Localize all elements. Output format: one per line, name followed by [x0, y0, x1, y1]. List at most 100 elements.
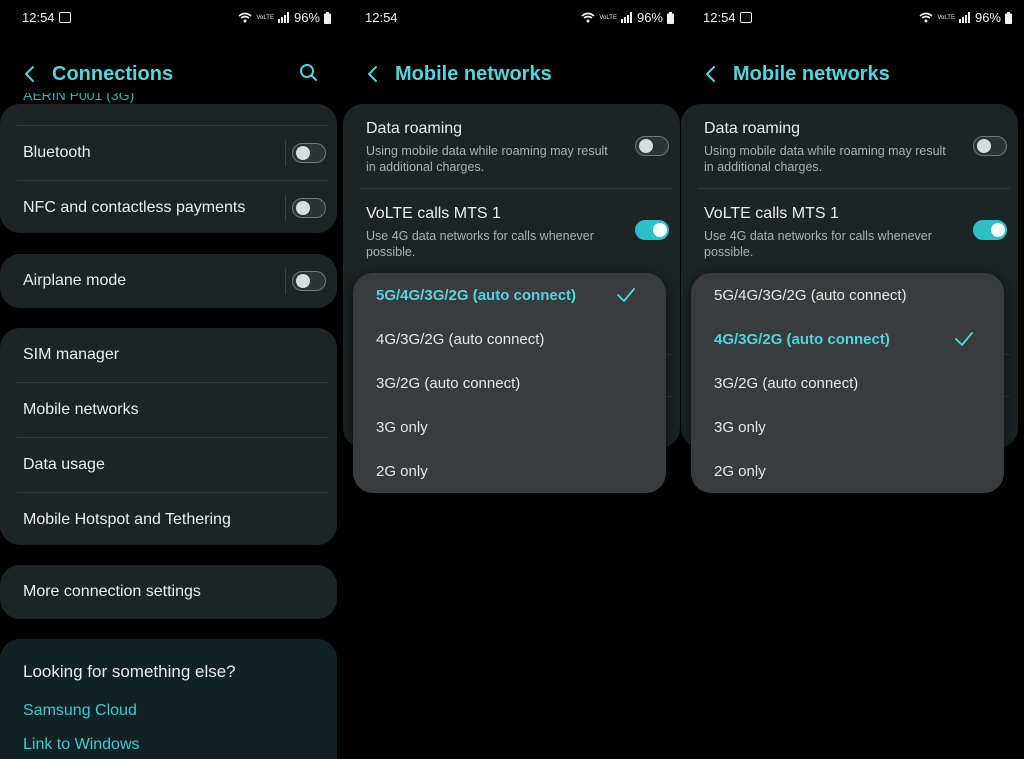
gallery-notification-icon	[59, 12, 71, 23]
volte-row[interactable]: VoLTE calls MTS 1 Use 4G data networks f…	[366, 205, 620, 260]
suggestions-heading: Looking for something else?	[23, 662, 236, 681]
divider-vertical	[285, 140, 286, 166]
sim-manager-label: SIM manager	[23, 346, 120, 363]
option-4g-3g-2g[interactable]: 4G/3G/2G (auto connect)	[714, 317, 994, 361]
signal-icon	[277, 12, 290, 23]
data-roaming-subtitle: Using mobile data while roaming may resu…	[366, 144, 608, 174]
option-3g-2g[interactable]: 3G/2G (auto connect)	[714, 361, 994, 405]
status-bar: 12:54 VoLTE 96%	[365, 10, 680, 26]
divider	[360, 188, 672, 189]
check-icon	[617, 288, 635, 302]
data-roaming-toggle[interactable]	[973, 136, 1007, 156]
option-label: 4G/3G/2G (auto connect)	[376, 330, 545, 348]
wifi-icon	[581, 12, 595, 23]
mobile-networks-row[interactable]: Mobile networks	[0, 383, 337, 437]
option-label: 3G/2G (auto connect)	[714, 374, 859, 392]
nfc-row[interactable]: NFC and contactless payments	[0, 181, 337, 235]
app-header: Mobile networks	[365, 58, 670, 90]
suggestions-panel: Looking for something else? Samsung Clou…	[0, 639, 337, 759]
samsung-cloud-link[interactable]: Samsung Cloud	[23, 702, 137, 720]
status-time: 12:54	[22, 10, 55, 25]
airplane-row[interactable]: Airplane mode	[0, 254, 337, 308]
bluetooth-row[interactable]: Bluetooth	[0, 126, 337, 180]
page-title: Mobile networks	[395, 62, 552, 85]
card-airplane: Airplane mode	[0, 254, 337, 308]
airplane-toggle[interactable]	[292, 271, 326, 291]
data-roaming-row[interactable]: Data roaming Using mobile data while roa…	[366, 120, 620, 175]
status-bar: 12:54 VoLTE 96%	[22, 10, 337, 26]
sim-manager-row[interactable]: SIM manager	[0, 328, 337, 382]
link-to-windows-link[interactable]: Link to Windows	[23, 736, 140, 754]
back-icon[interactable]	[22, 64, 38, 84]
option-4g-3g-2g[interactable]: 4G/3G/2G (auto connect)	[376, 317, 656, 361]
status-right: VoLTE 96%	[238, 10, 331, 25]
connections-screen: 12:54 VoLTE 96% Connections Bluetooth NF…	[0, 0, 337, 759]
battery-icon	[667, 11, 674, 24]
volte-indicator: VoLTE	[256, 14, 274, 21]
data-usage-row[interactable]: Data usage	[0, 438, 337, 492]
app-header: Connections	[22, 58, 327, 90]
option-3g-2g[interactable]: 3G/2G (auto connect)	[376, 361, 656, 405]
network-mode-dropdown: 5G/4G/3G/2G (auto connect) 4G/3G/2G (aut…	[691, 273, 1004, 493]
more-settings-label: More connection settings	[23, 583, 201, 600]
network-mode-dropdown: 5G/4G/3G/2G (auto connect) 4G/3G/2G (aut…	[353, 273, 666, 493]
status-right: VoLTE 96%	[919, 10, 1012, 25]
volte-toggle[interactable]	[973, 220, 1007, 240]
volte-subtitle: Use 4G data networks for calls whenever …	[704, 229, 932, 259]
option-3g-only[interactable]: 3G only	[714, 405, 994, 449]
battery-icon	[1005, 11, 1012, 24]
data-roaming-title: Data roaming	[704, 120, 801, 137]
volte-title: VoLTE calls MTS 1	[366, 205, 501, 222]
option-label: 3G/2G (auto connect)	[376, 374, 521, 392]
option-label: 5G/4G/3G/2G (auto connect)	[714, 286, 907, 304]
option-5g-4g-3g-2g[interactable]: 5G/4G/3G/2G (auto connect)	[376, 273, 656, 317]
mobile-networks-screen-a: 12:54 VoLTE 96% Mobile networks Data roa…	[343, 0, 680, 759]
nfc-label: NFC and contactless payments	[23, 199, 246, 216]
volte-subtitle: Use 4G data networks for calls whenever …	[366, 229, 594, 259]
battery-percent: 96%	[293, 10, 320, 25]
volte-toggle[interactable]	[635, 220, 669, 240]
wifi-icon	[919, 12, 933, 23]
gallery-notification-icon	[740, 12, 752, 23]
wifi-icon	[238, 12, 252, 23]
airplane-label: Airplane mode	[23, 272, 127, 289]
more-settings-row[interactable]: More connection settings	[0, 565, 337, 619]
card-wireless: Bluetooth NFC and contactless payments	[0, 104, 337, 233]
mobile-networks-label: Mobile networks	[23, 401, 139, 418]
option-label: 2G only	[376, 462, 428, 480]
signal-icon	[958, 12, 971, 23]
data-roaming-subtitle: Using mobile data while roaming may resu…	[704, 144, 946, 174]
check-icon	[955, 332, 973, 346]
battery-percent: 96%	[636, 10, 663, 25]
battery-icon	[324, 11, 331, 24]
option-label: 4G/3G/2G (auto connect)	[714, 330, 890, 348]
back-icon[interactable]	[365, 64, 381, 84]
status-right: VoLTE 96%	[581, 10, 674, 25]
search-icon[interactable]	[299, 63, 319, 83]
hotspot-label: Mobile Hotspot and Tethering	[23, 511, 231, 528]
option-2g-only[interactable]: 2G only	[376, 449, 656, 493]
divider-vertical	[285, 195, 286, 221]
option-label: 5G/4G/3G/2G (auto connect)	[376, 286, 577, 304]
data-usage-label: Data usage	[23, 456, 105, 473]
nfc-toggle[interactable]	[292, 198, 326, 218]
hotspot-row[interactable]: Mobile Hotspot and Tethering	[0, 493, 337, 547]
page-title: Mobile networks	[733, 62, 890, 85]
data-roaming-row[interactable]: Data roaming Using mobile data while roa…	[704, 120, 958, 175]
bluetooth-toggle[interactable]	[292, 143, 326, 163]
data-roaming-toggle[interactable]	[635, 136, 669, 156]
option-2g-only[interactable]: 2G only	[714, 449, 994, 493]
option-3g-only[interactable]: 3G only	[376, 405, 656, 449]
signal-icon	[620, 12, 633, 23]
card-more: More connection settings	[0, 565, 337, 619]
volte-indicator: VoLTE	[599, 14, 617, 21]
volte-title: VoLTE calls MTS 1	[704, 205, 839, 222]
card-sim: SIM manager Mobile networks Data usage M…	[0, 328, 337, 545]
back-icon[interactable]	[703, 64, 719, 84]
volte-row[interactable]: VoLTE calls MTS 1 Use 4G data networks f…	[704, 205, 958, 260]
option-label: 3G only	[714, 418, 766, 436]
bluetooth-label: Bluetooth	[23, 144, 91, 161]
status-time: 12:54	[365, 10, 398, 25]
option-5g-4g-3g-2g[interactable]: 5G/4G/3G/2G (auto connect)	[714, 273, 994, 317]
divider	[698, 188, 1010, 189]
